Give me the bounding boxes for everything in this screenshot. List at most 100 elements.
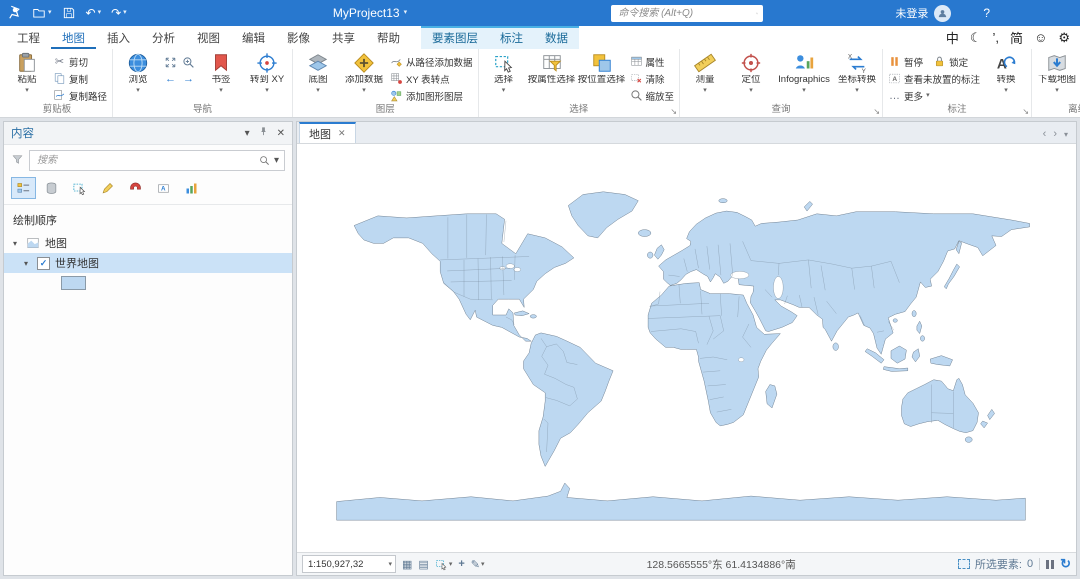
list-by-data-source-button[interactable] [39, 177, 64, 199]
add-data-button[interactable]: 添加数据 ▾ [342, 51, 386, 95]
ribbon-tab-imagery[interactable]: 影像 [276, 26, 321, 49]
expander-icon[interactable]: ▾ [24, 259, 32, 268]
filter-funnel-icon[interactable] [11, 153, 24, 169]
ribbon-tab-edit[interactable]: 编辑 [231, 26, 276, 49]
ime-mode-icon[interactable]: ☾ [970, 30, 982, 46]
paste-button[interactable]: 粘贴 ▾ [5, 51, 49, 95]
list-by-editing-button[interactable] [95, 177, 120, 199]
layout-rows-button[interactable]: ▤ [418, 558, 428, 571]
ime-settings-gear-icon[interactable]: ⚙ [1058, 30, 1070, 46]
full-extent-button[interactable] [162, 54, 179, 70]
dialog-launcher-icon[interactable]: ↘ [1022, 107, 1029, 116]
ime-language-button[interactable]: 中 [946, 28, 959, 47]
view-tab-map[interactable]: 地图 ✕ [299, 122, 356, 143]
select-button[interactable]: 选择 ▾ [482, 51, 526, 95]
selected-features-indicator[interactable]: 所选要素: 0 [957, 556, 1033, 572]
next-extent-button[interactable]: → [180, 71, 197, 87]
context-tab-data[interactable]: 数据 [534, 26, 579, 49]
list-by-drawing-order-button[interactable] [11, 177, 36, 199]
ribbon-tab-share[interactable]: 共享 [321, 26, 366, 49]
layer-symbol-patch[interactable] [61, 276, 86, 290]
contents-search-box[interactable]: ▾ [29, 150, 285, 171]
pane-options-chevron-icon[interactable]: ▾ [245, 128, 250, 139]
layer-visibility-checkbox[interactable]: ✓ [37, 256, 50, 270]
map-canvas[interactable] [297, 144, 1076, 552]
tab-scroll-right-icon[interactable]: › [1053, 128, 1057, 140]
tree-item-layer-symbol[interactable] [4, 273, 292, 293]
ribbon-tab-map[interactable]: 地图 [51, 26, 96, 49]
close-icon[interactable]: ✕ [338, 128, 346, 139]
sign-in-status[interactable]: 未登录 [895, 5, 928, 21]
context-tab-feature-layer[interactable]: 要素图层 [421, 26, 489, 49]
status-select-tool-button[interactable]: ▾ [435, 558, 452, 571]
copy-button[interactable]: 复制 [51, 71, 109, 86]
go-to-xy-button[interactable]: 转到 XY ▾ [245, 51, 289, 95]
previous-extent-button[interactable]: ← [162, 71, 179, 87]
redo-button[interactable]: ↷ ▾ [109, 7, 129, 19]
list-by-labeling-button[interactable] [151, 177, 176, 199]
tree-item-world-map-layer[interactable]: ▾ ✓ 世界地图 [4, 253, 292, 273]
list-by-snapping-button[interactable] [123, 177, 148, 199]
pane-autohide-pin-icon[interactable] [258, 126, 269, 140]
command-search[interactable] [611, 4, 764, 22]
basemap-button[interactable]: 底图 ▾ [296, 51, 340, 95]
add-data-from-path-button[interactable]: 从路径添加数据 [388, 54, 475, 69]
download-map-button[interactable]: 下载地图 ▾ [1035, 51, 1079, 95]
layout-grid-button[interactable]: ▦ [402, 558, 412, 571]
ime-punctuation-button[interactable]: ’, [993, 30, 1000, 45]
select-by-attributes-button[interactable]: 按属性选择 [528, 51, 576, 87]
copy-path-button[interactable]: 复制路径 [51, 88, 109, 103]
pause-labeling-button[interactable]: 暂停 [886, 54, 925, 69]
attributes-button[interactable]: 属性 [628, 54, 677, 69]
fixed-zoom-in-button[interactable] [180, 54, 197, 70]
infographics-button[interactable]: Infographics ▾ [775, 51, 833, 95]
undo-button[interactable]: ↶ ▾ [84, 7, 104, 19]
bookmarks-button[interactable]: 书签 ▾ [199, 51, 243, 95]
ime-emoji-icon[interactable]: ☺ [1034, 30, 1047, 45]
save-button[interactable] [60, 6, 78, 20]
convert-labels-button[interactable]: 转换 ▾ [984, 51, 1028, 95]
pane-close-icon[interactable]: ✕ [277, 128, 285, 139]
more-labeling-button[interactable]: … 更多 ▾ [886, 88, 982, 103]
expander-icon[interactable]: ▾ [13, 239, 21, 248]
scale-combo[interactable]: ▾ [302, 555, 396, 573]
lock-labels-button[interactable]: 锁定 [931, 54, 970, 69]
command-search-input[interactable] [616, 6, 753, 20]
search-options-chevron-icon[interactable]: ▾ [274, 155, 279, 166]
avatar[interactable] [934, 4, 952, 22]
list-by-selection-button[interactable] [67, 177, 92, 199]
scale-input[interactable] [306, 557, 387, 571]
add-graphics-layer-button[interactable]: 添加图形图层 [388, 88, 475, 103]
ribbon-tab-project[interactable]: 工程 [6, 26, 51, 49]
explore-button[interactable]: 浏览 ▾ [116, 51, 160, 95]
tab-list-chevron-icon[interactable]: ▾ [1064, 130, 1068, 139]
crosshair-button[interactable]: + [458, 558, 464, 570]
list-by-charts-button[interactable] [179, 177, 204, 199]
edit-pencil-button[interactable]: ✎ ▾ [471, 558, 485, 571]
tree-item-map[interactable]: ▾ 地图 [4, 233, 292, 253]
app-logo-icon[interactable] [6, 4, 24, 22]
project-title[interactable]: MyProject13 ▾ [333, 6, 407, 20]
ribbon-tab-analysis[interactable]: 分析 [141, 26, 186, 49]
dialog-launcher-icon[interactable]: ↘ [873, 107, 880, 116]
view-unplaced-labels-button[interactable]: 查看未放置的标注 [886, 71, 982, 86]
pause-drawing-button[interactable] [1046, 559, 1055, 569]
zoom-to-selection-button[interactable]: 缩放至 [628, 88, 677, 103]
locate-button[interactable]: 定位 ▾ [729, 51, 773, 95]
convert-coordinates-button[interactable]: 坐标转换 ▾ [835, 51, 879, 95]
clear-selection-button[interactable]: 清除 [628, 71, 677, 86]
xy-table-to-point-button[interactable]: XY 表转点 [388, 71, 475, 86]
measure-button[interactable]: 测量 ▾ [683, 51, 727, 95]
context-tab-labeling[interactable]: 标注 [489, 26, 534, 49]
tab-scroll-left-icon[interactable]: ‹ [1043, 128, 1047, 140]
select-by-location-button[interactable]: 按位置选择 [578, 51, 626, 87]
help-icon[interactable]: ? [983, 6, 990, 20]
open-project-button[interactable]: ▾ [30, 6, 54, 20]
refresh-button[interactable]: ↻ [1060, 556, 1071, 572]
ribbon-tab-insert[interactable]: 插入 [96, 26, 141, 49]
contents-search-input[interactable] [35, 154, 255, 167]
ribbon-tab-help[interactable]: 帮助 [366, 26, 411, 49]
world-map[interactable] [331, 178, 1031, 536]
dialog-launcher-icon[interactable]: ↘ [670, 107, 677, 116]
ime-charset-button[interactable]: 简 [1010, 28, 1023, 47]
